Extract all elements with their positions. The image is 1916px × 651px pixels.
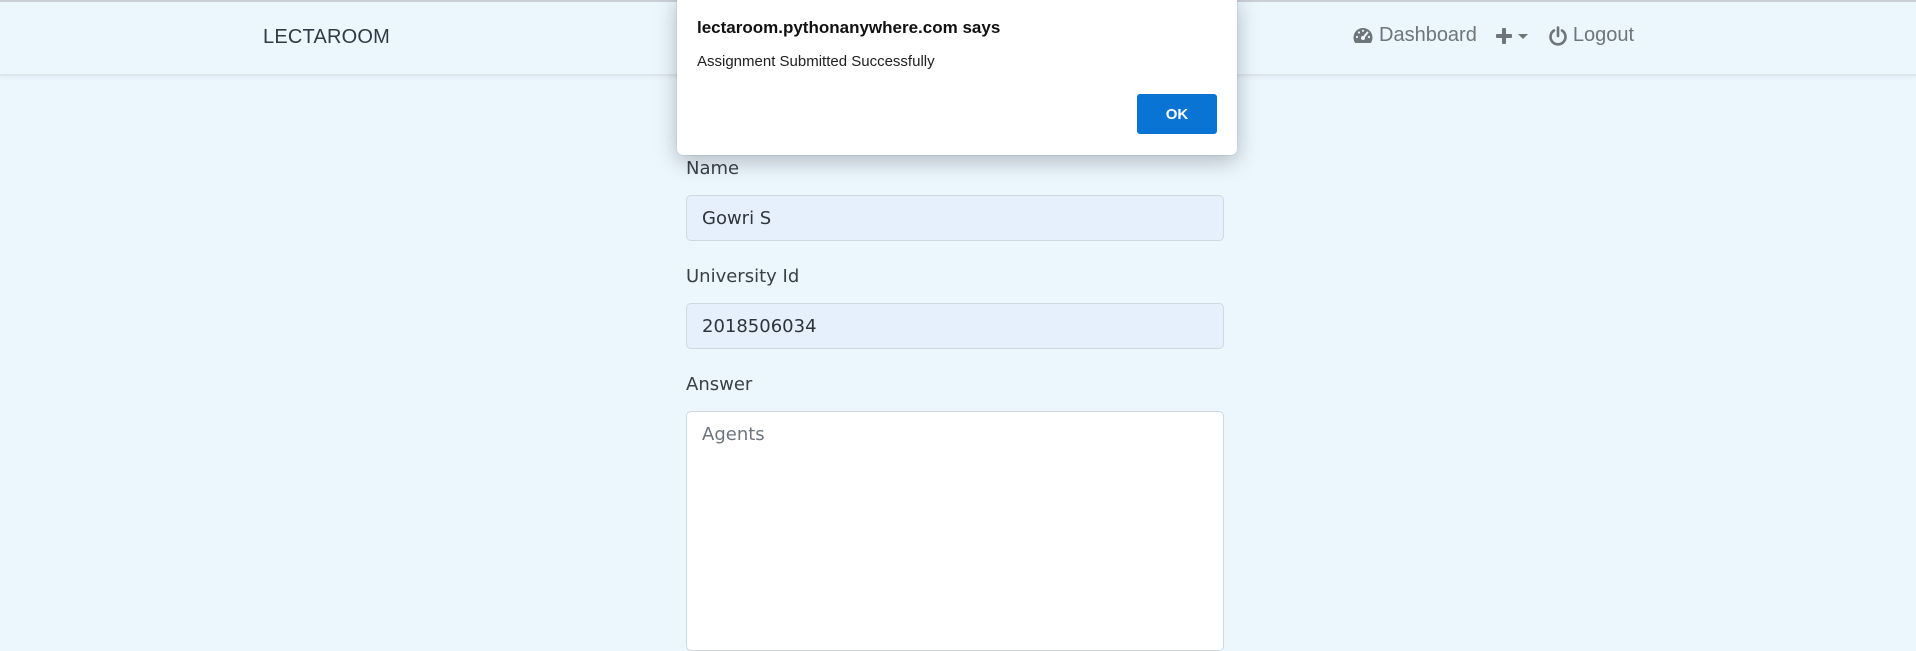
university-id-field[interactable]: 2018506034 bbox=[686, 303, 1224, 349]
answer-label: Answer bbox=[686, 374, 753, 395]
plus-icon bbox=[1495, 27, 1512, 44]
nav-dashboard-link[interactable]: Dashboard bbox=[1352, 24, 1477, 47]
nav-dashboard-label: Dashboard bbox=[1379, 24, 1477, 46]
power-icon bbox=[1549, 25, 1567, 46]
university-id-label: University Id bbox=[686, 266, 800, 287]
nav-add-dropdown[interactable] bbox=[1495, 27, 1530, 45]
dialog-message: Assignment Submitted Successfully bbox=[697, 53, 935, 70]
name-label: Name bbox=[686, 158, 740, 179]
name-field[interactable]: Gowri S bbox=[686, 195, 1224, 241]
ok-button[interactable]: OK bbox=[1137, 94, 1217, 134]
nav-logout-label: Logout bbox=[1572, 24, 1635, 46]
nav-logout-link[interactable]: Logout bbox=[1548, 24, 1634, 47]
tachometer-icon bbox=[1353, 27, 1373, 43]
caret-down-icon bbox=[1517, 33, 1528, 39]
navbar-right-menu: Dashboard Logout bbox=[1352, 24, 1634, 47]
alert-dialog: lectaroom.pythonanywhere.com says Assign… bbox=[677, 0, 1237, 155]
brand-logo[interactable]: LECTAROOM bbox=[263, 26, 390, 49]
answer-textarea[interactable]: Agents bbox=[686, 411, 1224, 651]
dialog-title: lectaroom.pythonanywhere.com says bbox=[697, 18, 1001, 37]
